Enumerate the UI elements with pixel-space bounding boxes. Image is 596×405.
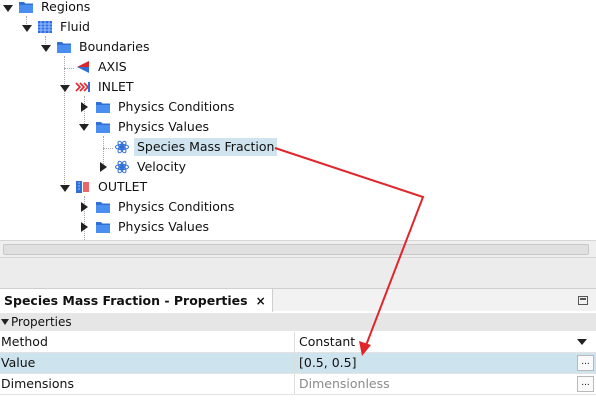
tree-node-label: Velocity xyxy=(137,159,187,174)
folder-icon xyxy=(19,2,33,13)
species-icon xyxy=(115,140,129,154)
close-icon[interactable]: × xyxy=(256,294,266,308)
expand-toggle-inlet[interactable] xyxy=(60,85,70,92)
tree-node-label: Physics Values xyxy=(118,219,210,234)
tree-node-inlet-physics-conditions[interactable]: Physics Conditions xyxy=(95,97,237,117)
collapse-icon[interactable] xyxy=(1,319,9,325)
tree-node-label: Regions xyxy=(41,0,91,14)
folder-icon xyxy=(96,222,110,233)
property-key: Dimensions xyxy=(0,374,295,394)
scrollbar-thumb[interactable] xyxy=(3,244,589,255)
tree-node-label: Fluid xyxy=(60,19,90,34)
tree-node-outlet-physics-conditions[interactable]: Physics Conditions xyxy=(95,197,237,217)
tree-node-axis[interactable]: AXIS xyxy=(75,57,130,77)
properties-tab[interactable]: Species Mass Fraction - Properties × xyxy=(0,289,273,312)
tree-node-inlet-physics-values[interactable]: Physics Values xyxy=(95,117,212,137)
properties-section-label: Properties xyxy=(11,315,72,329)
expand-toggle-outlet-physics-conditions[interactable] xyxy=(81,202,88,212)
expand-toggle-outlet-physics-values[interactable] xyxy=(81,222,88,232)
expand-toggle-regions[interactable] xyxy=(3,5,13,12)
properties-tab-bar: Species Mass Fraction - Properties × xyxy=(0,288,596,312)
tree-node-label: AXIS xyxy=(98,59,127,74)
tree-node-velocity[interactable]: Velocity xyxy=(114,157,189,177)
axis-boundary-icon xyxy=(77,61,89,73)
tree-node-fluid[interactable]: Fluid xyxy=(37,17,93,37)
expand-toggle-velocity[interactable] xyxy=(100,162,107,172)
property-row-value[interactable]: Value [0.5, 0.5] ... xyxy=(0,353,596,374)
dropdown-arrow-icon[interactable] xyxy=(577,339,587,345)
tree-node-boundaries[interactable]: Boundaries xyxy=(56,37,152,57)
properties-tab-title: Species Mass Fraction - Properties xyxy=(4,293,248,308)
tree-horizontal-scrollbar[interactable] xyxy=(0,240,596,258)
tree-node-label: Physics Conditions xyxy=(118,99,235,114)
tree-node-label: Species Mass Fraction xyxy=(134,138,278,156)
tree-node-label: OUTLET xyxy=(98,179,148,194)
expand-toggle-inlet-physics-conditions[interactable] xyxy=(81,102,88,112)
ellipsis-button[interactable]: ... xyxy=(577,376,594,392)
ellipsis-button[interactable]: ... xyxy=(577,355,594,371)
folder-icon xyxy=(96,202,110,213)
value-field[interactable]: [0.5, 0.5] xyxy=(296,353,574,373)
property-key: Method xyxy=(0,332,295,352)
minimize-icon[interactable] xyxy=(578,296,588,305)
folder-icon xyxy=(96,102,110,113)
property-row-dimensions[interactable]: Dimensions Dimensionless ... xyxy=(0,374,596,395)
property-row-method[interactable]: Method Constant xyxy=(0,332,596,353)
expand-toggle-boundaries[interactable] xyxy=(41,45,51,52)
expand-toggle-fluid[interactable] xyxy=(22,25,32,32)
expand-toggle-outlet[interactable] xyxy=(60,185,70,192)
inlet-boundary-icon xyxy=(75,82,90,92)
tree-node-label: Boundaries xyxy=(79,39,150,54)
folder-icon xyxy=(96,122,110,133)
tree-node-outlet[interactable]: OUTLET xyxy=(75,177,150,197)
panel-divider[interactable] xyxy=(0,258,596,288)
tree-node-label: Physics Values xyxy=(118,119,210,134)
outlet-boundary-icon xyxy=(76,181,89,193)
dimensions-field[interactable]: Dimensionless xyxy=(296,374,574,394)
method-select[interactable]: Constant xyxy=(296,332,574,352)
properties-section-header[interactable]: Properties xyxy=(0,313,596,331)
tree-node-label: Physics Conditions xyxy=(118,199,235,214)
tree-node-species-mass-fraction[interactable]: Species Mass Fraction xyxy=(114,137,278,157)
simulation-tree[interactable]: Regions Fluid Boundaries AXIS INLET Phys… xyxy=(0,0,596,240)
tree-node-regions[interactable]: Regions xyxy=(18,0,93,17)
region-icon xyxy=(38,21,52,33)
velocity-icon xyxy=(115,160,129,174)
tree-node-inlet[interactable]: INLET xyxy=(75,77,137,97)
expand-toggle-inlet-physics-values[interactable] xyxy=(79,124,89,131)
tree-node-outlet-physics-values[interactable]: Physics Values xyxy=(95,217,212,237)
tree-node-label: INLET xyxy=(98,79,134,94)
property-key: Value xyxy=(0,353,295,373)
folder-icon xyxy=(57,42,71,53)
